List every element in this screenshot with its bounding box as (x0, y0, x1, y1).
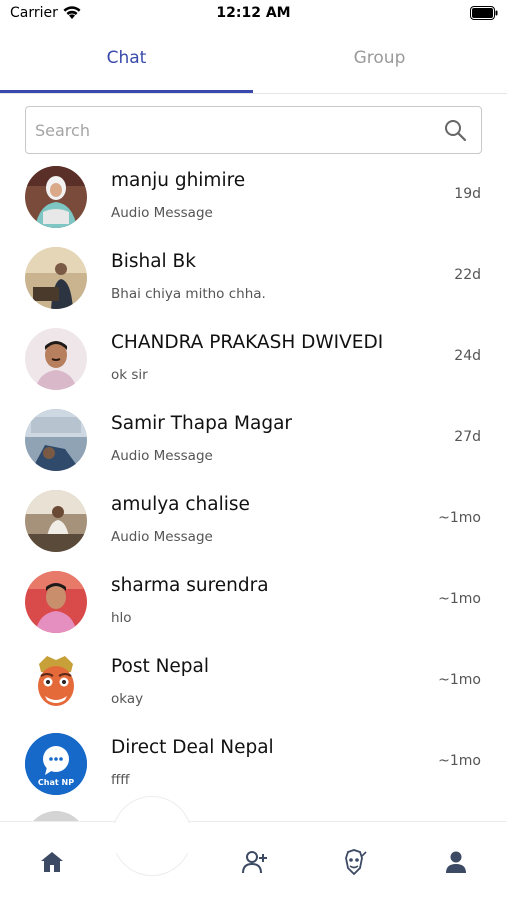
chat-name: Direct Deal Nepal (111, 737, 274, 758)
chat-name: sharma surendra (111, 575, 269, 596)
avatar (25, 490, 87, 552)
chat-time: 22d (454, 267, 481, 283)
avatar (25, 652, 87, 714)
tab-group[interactable]: Group (253, 30, 506, 94)
chat-preview: ok sir (111, 367, 148, 383)
avatar (25, 409, 87, 471)
status-bar: Carrier 12:12 AM (0, 0, 507, 30)
chat-preview: Audio Message (111, 448, 213, 464)
tab-bar: Chat Group (0, 30, 507, 94)
chat-np-logo: Chat NP (25, 733, 87, 795)
chat-preview: ffff (111, 772, 130, 788)
avatar: Chat NP (25, 733, 87, 795)
chat-name: amulya chalise (111, 494, 250, 515)
chat-list-item[interactable]: amulya chalise Audio Message ~1mo (0, 487, 507, 567)
chat-preview: hlo (111, 610, 132, 626)
bottom-navigation (0, 796, 507, 900)
chat-list-item[interactable]: Samir Thapa Magar Audio Message 27d (0, 406, 507, 486)
avatar (25, 571, 87, 633)
chat-time: 24d (454, 348, 481, 364)
chat-name: Bishal Bk (111, 251, 196, 272)
mask-logo (25, 652, 87, 714)
active-tab-indicator (0, 90, 253, 93)
chat-name: manju ghimire (111, 170, 246, 191)
chat-time: 19d (454, 186, 481, 202)
search-input[interactable] (35, 115, 425, 145)
chat-list: manju ghimire Audio Message 19d Bishal B… (0, 163, 507, 823)
chat-time: ~1mo (438, 672, 481, 688)
chat-list-item[interactable]: manju ghimire Audio Message 19d (0, 163, 507, 243)
chat-name: Post Nepal (111, 656, 210, 677)
battery-icon (470, 6, 498, 20)
chat-list-item[interactable]: Chat NP Direct Deal Nepal ffff ~1mo (0, 730, 507, 810)
chat-time: 27d (454, 429, 481, 445)
avatar (25, 328, 87, 390)
chat-list-item[interactable]: Post Nepal okay ~1mo (0, 649, 507, 729)
avatar (25, 247, 87, 309)
tab-chat[interactable]: Chat (0, 30, 253, 94)
search-box[interactable] (25, 106, 482, 154)
mask-icon[interactable] (340, 848, 368, 876)
chat-np-logo-text: Chat NP (38, 778, 74, 787)
search-icon[interactable] (443, 118, 467, 142)
chat-time: ~1mo (438, 510, 481, 526)
chat-name: Samir Thapa Magar (111, 413, 293, 434)
chat-list-item[interactable]: sharma surendra hlo ~1mo (0, 568, 507, 648)
profile-icon[interactable] (442, 848, 470, 876)
add-person-icon[interactable] (241, 848, 269, 876)
chat-time: ~1mo (438, 591, 481, 607)
nav-center-border-mask (104, 823, 200, 853)
chat-name: CHANDRA PRAKASH DWIVEDI (111, 332, 384, 353)
avatar (25, 166, 87, 228)
chat-list-item[interactable]: CHANDRA PRAKASH DWIVEDI ok sir 24d (0, 325, 507, 405)
chat-preview: Audio Message (111, 205, 213, 221)
chat-preview: Bhai chiya mitho chha. (111, 286, 266, 302)
chat-list-item[interactable]: Bishal Bk Bhai chiya mitho chha. 22d (0, 244, 507, 324)
chat-preview: Audio Message (111, 529, 213, 545)
home-icon[interactable] (38, 848, 66, 876)
chat-preview: okay (111, 691, 144, 707)
chat-time: ~1mo (438, 753, 481, 769)
clock-time: 12:12 AM (216, 5, 291, 21)
